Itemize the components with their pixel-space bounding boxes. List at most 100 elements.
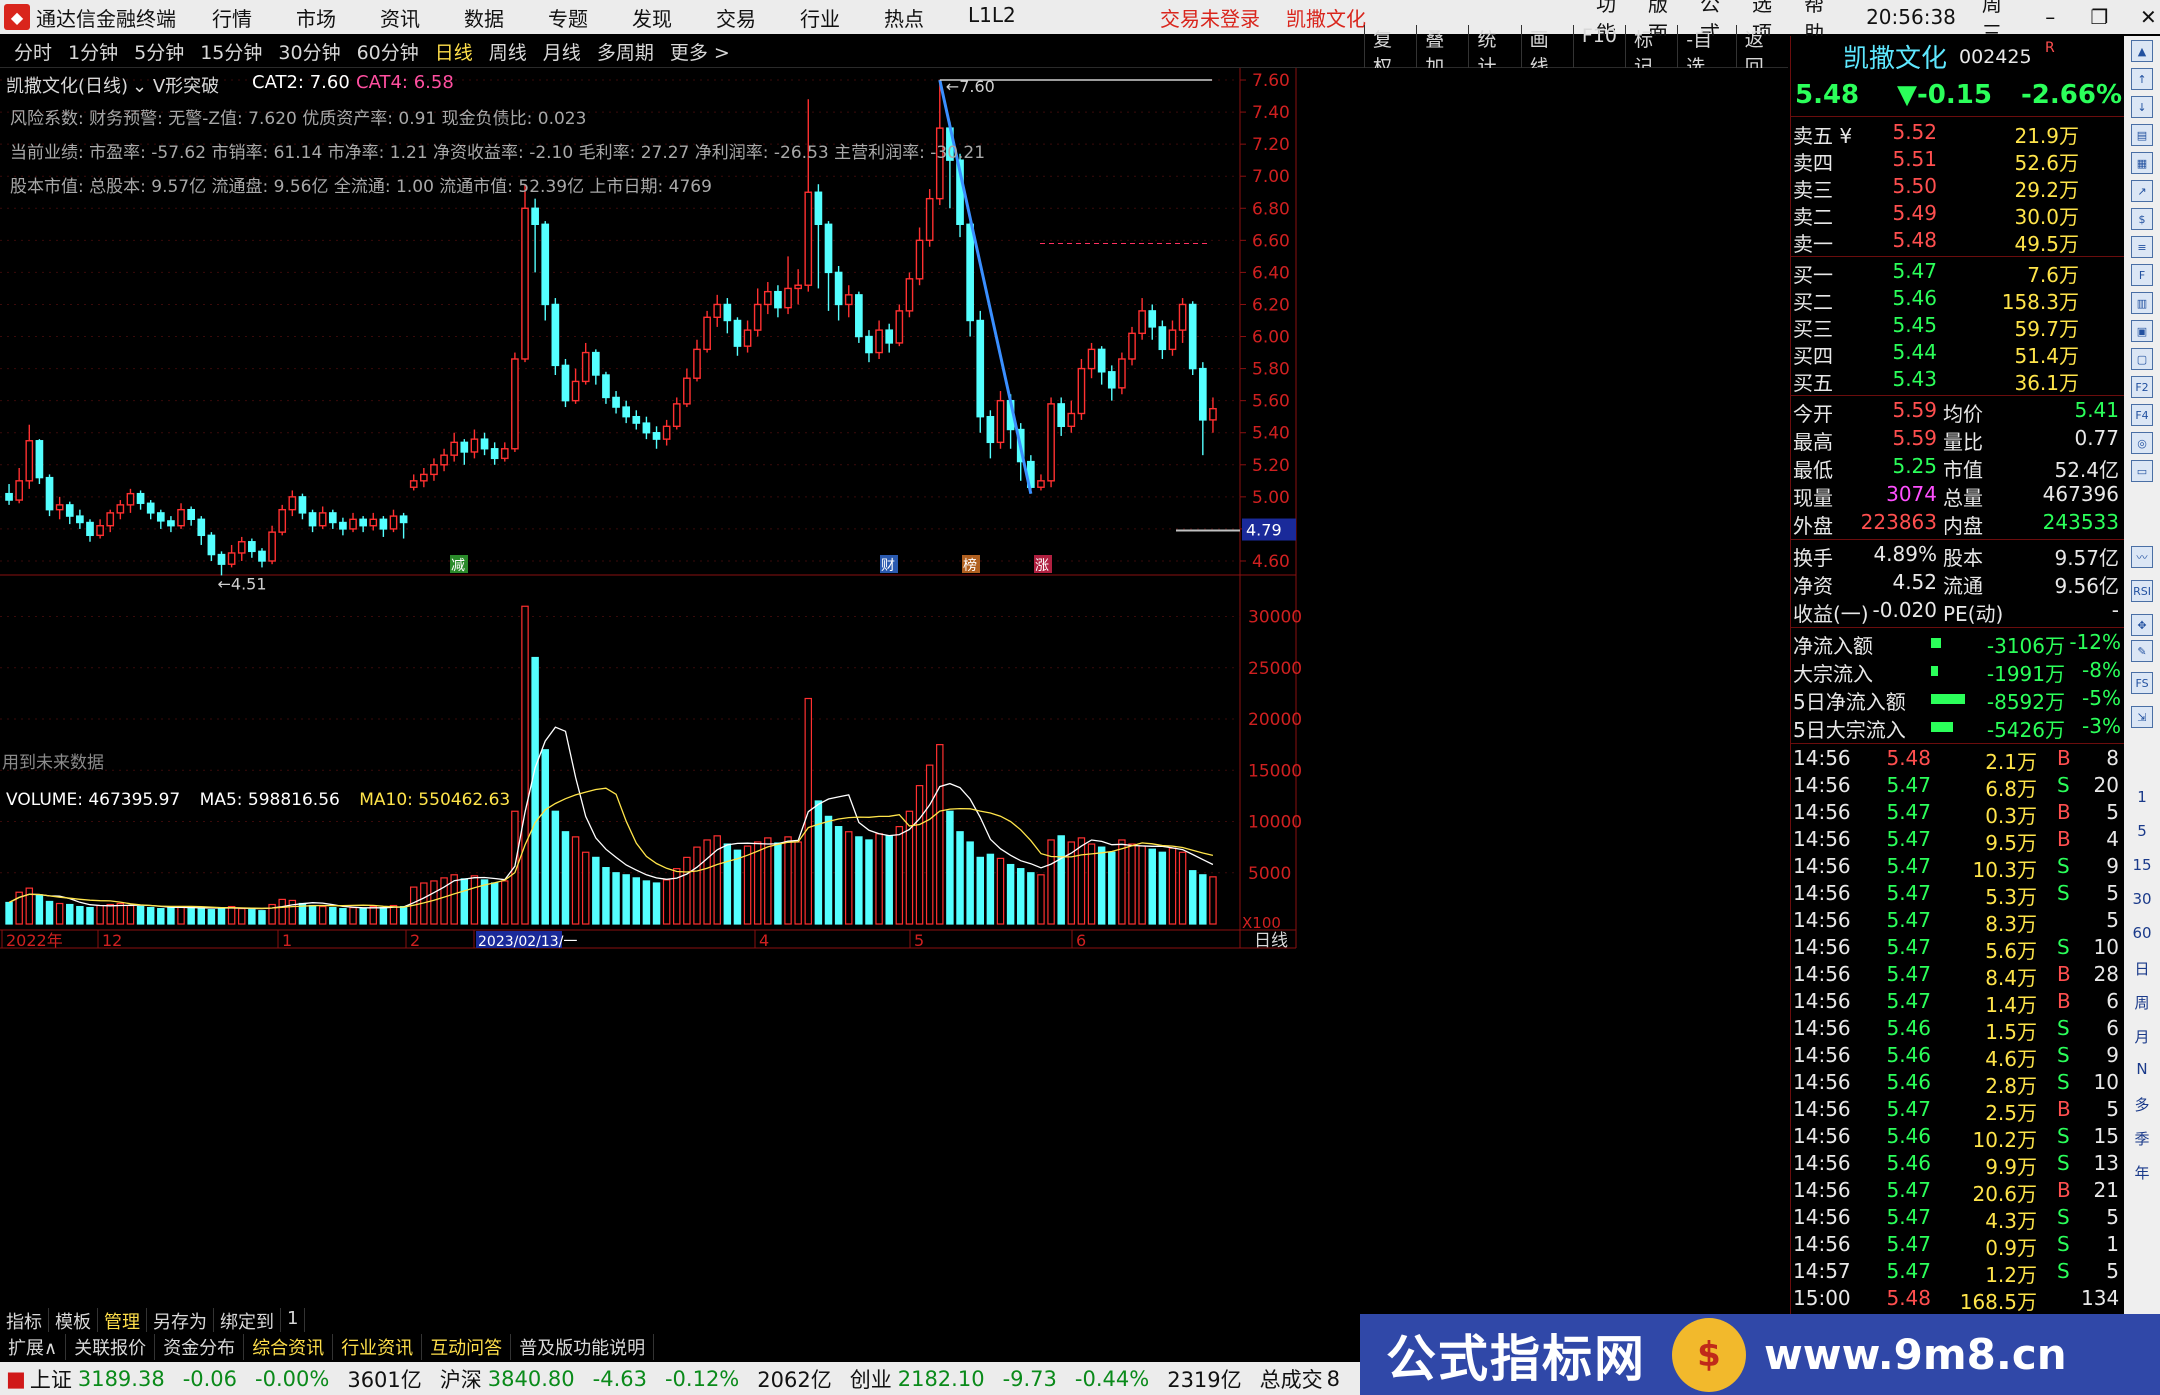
period-tab-1[interactable]: 1分钟 [60,38,126,65]
menu-item-9[interactable]: L1L2 [968,3,1016,32]
candle [76,515,84,524]
info-tab-4[interactable]: 行业资讯 [333,1334,423,1360]
volume-bar [430,880,438,925]
info-tab-5[interactable]: 互动问答 [422,1334,512,1360]
menu-item-8[interactable]: 热点 [884,3,924,32]
event-marker[interactable]: 榜 [963,557,977,574]
indicator-tab-4[interactable]: 绑定到 [214,1308,281,1333]
close-icon[interactable]: ✕ [2137,5,2160,29]
event-marker[interactable]: 涨 [1035,558,1049,574]
indicator-tab-3[interactable]: 另存为 [147,1308,214,1333]
period-tab-4[interactable]: 30分钟 [270,38,348,65]
candle [96,525,104,537]
period-tab-3[interactable]: 15分钟 [192,38,270,65]
tick-side: B [2057,827,2071,851]
fs-icon[interactable]: FS [2131,672,2153,694]
chart-icon[interactable]: ↗ [2131,180,2153,202]
period-shortcut[interactable]: 5 [2124,822,2160,840]
info-tab-3[interactable]: 综合资讯 [244,1334,334,1360]
minimize-icon[interactable]: – [2039,5,2062,29]
finance-icon[interactable]: $ [2131,208,2153,230]
cycle-icon[interactable]: ◎ [2131,432,2153,454]
f2-icon[interactable]: F2 [2131,376,2153,398]
period-shortcut[interactable]: 60 [2124,924,2160,942]
index-name[interactable]: 沪深 [440,1364,482,1394]
list-icon[interactable]: ≡ [2131,236,2153,258]
tick-time: 14:56 [1793,1151,1851,1175]
kline-chart[interactable]: 7.60 7.40 7.20 7.00 6.80 6.60 6.40 6.20 6.00 5.80… [0,68,1788,1308]
period-shortcut[interactable]: 多 [2124,1094,2160,1115]
menu-item-5[interactable]: 发现 [632,3,672,32]
period-tab-5[interactable]: 60分钟 [349,38,427,65]
menu-item-2[interactable]: 资讯 [380,3,420,32]
indicator-tab-2[interactable]: 管理 [98,1308,147,1333]
index-name[interactable]: 上证 [30,1364,72,1394]
menu-item-4[interactable]: 专题 [548,3,588,32]
tick-row: 14:56 5.48 2.1万 B 8 [1791,746,2125,774]
menu-item-7[interactable]: 行业 [800,3,840,32]
candle [1087,348,1096,370]
period-tab-6[interactable]: 日线 [427,38,481,65]
export-icon[interactable]: ⇲ [2131,706,2153,728]
index-name[interactable]: 创业 [850,1364,892,1394]
stock-icon[interactable]: ▣ [2131,320,2153,342]
tick-row: 14:56 5.47 2.5万 B 5 [1791,1097,2125,1125]
ask-volume: 21.9万 [2014,124,2079,148]
grid-icon[interactable]: ▥ [2131,292,2153,314]
indicator-tab-5[interactable]: 1 [281,1308,306,1332]
f4-icon[interactable]: F4 [2131,404,2153,426]
tick-price: 5.47 [1886,1205,1931,1229]
stat-row: 外盘 223863 内盘 243533 [1791,510,2125,538]
period-tab-2[interactable]: 5分钟 [126,38,192,65]
tick-price: 5.47 [1886,773,1931,797]
volume-bar [784,836,792,925]
menu-item-3[interactable]: 数据 [464,3,504,32]
wave-icon[interactable]: 〰 [2131,546,2153,568]
period-shortcut[interactable]: 日 [2124,958,2160,979]
period-tab-8[interactable]: 月线 [535,38,589,65]
period-shortcut[interactable]: N [2124,1060,2160,1078]
volume-bar [541,749,549,925]
menu-item-6[interactable]: 交易 [716,3,756,32]
period-tab-10[interactable]: 更多 > [662,38,738,65]
report-icon[interactable]: ▤ [2131,124,2153,146]
info-tab-0[interactable]: 扩展∧ [0,1334,67,1360]
indicator-tab-1[interactable]: 模板 [49,1308,98,1333]
period-shortcut[interactable]: 15 [2124,856,2160,874]
period-shortcut[interactable]: 30 [2124,890,2160,908]
time-label: 4 [759,931,769,950]
move-icon[interactable]: ✥ [2131,614,2153,636]
restore-icon[interactable]: ❐ [2088,5,2111,29]
pen-icon[interactable]: ✎ [2131,640,2153,662]
collapse-icon[interactable]: ▲ [2131,40,2153,62]
tick-volume: 2.1万 [1985,750,2037,774]
price-tick-label: 6.20 [1252,295,1290,315]
login-status[interactable]: 交易未登录 [1160,3,1260,32]
info-tab-2[interactable]: 资金分布 [155,1334,245,1360]
table-icon[interactable]: ▦ [2131,152,2153,174]
info-tab-1[interactable]: 关联报价 [66,1334,156,1360]
formula-label[interactable]: ⌄ V形突破 [132,72,219,98]
event-marker[interactable]: 减 [451,558,465,574]
down-arrow-icon[interactable]: ↓ [2131,96,2153,118]
period-tab-9[interactable]: 多周期 [589,38,662,65]
period-shortcut[interactable]: 年 [2124,1162,2160,1183]
info-tab-6[interactable]: 普及版功能说明 [511,1334,655,1360]
period-tab-7[interactable]: 周线 [481,38,535,65]
period-shortcut[interactable]: 周 [2124,992,2160,1013]
period-shortcut[interactable]: 季 [2124,1128,2160,1149]
indicator-tab-0[interactable]: 指标 [0,1308,49,1333]
up-arrow-icon[interactable]: ↑ [2131,68,2153,90]
menu-item-0[interactable]: 行情 [212,3,252,32]
volume-bar [581,851,590,925]
period-shortcut[interactable]: 月 [2124,1026,2160,1047]
event-marker[interactable]: 财 [881,558,895,574]
menu-item-1[interactable]: 市场 [296,3,336,32]
rsi-label[interactable]: RSI [2131,580,2153,602]
candle [632,415,641,424]
period-shortcut[interactable]: 1 [2124,788,2160,806]
page-icon[interactable]: ▢ [2131,348,2153,370]
page2-icon[interactable]: ▭ [2131,460,2153,482]
period-tab-0[interactable]: 分时 [6,38,60,65]
fund-icon[interactable]: F [2131,264,2153,286]
